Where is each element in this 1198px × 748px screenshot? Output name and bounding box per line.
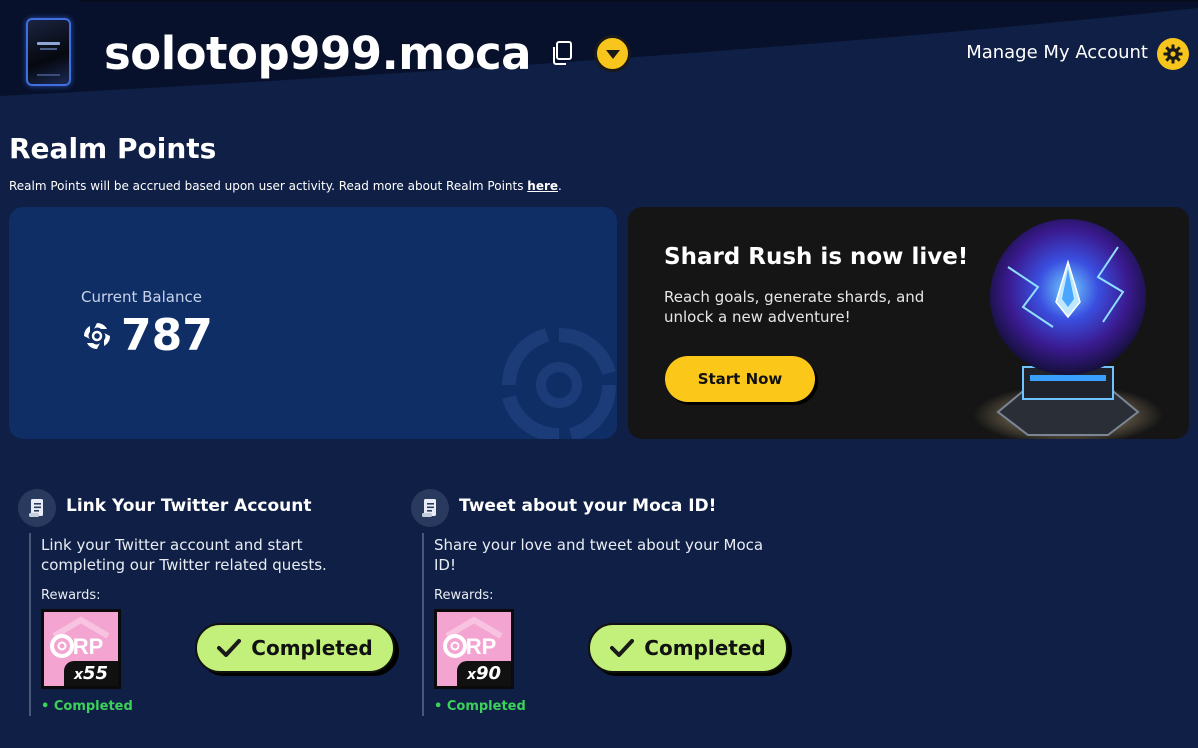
header: solotop999.moca Manage My Account — [0, 0, 1198, 112]
username: solotop999.moca — [104, 27, 532, 80]
svg-text:RP: RP — [73, 634, 104, 659]
page-title: Realm Points — [9, 132, 217, 165]
completed-button[interactable]: Completed — [588, 623, 788, 673]
top-divider — [80, 0, 1198, 2]
promo-title: Shard Rush is now live! — [664, 244, 969, 270]
here-link[interactable]: here — [527, 179, 558, 193]
reward-badge: RP x55 — [41, 609, 121, 689]
chevron-down-icon — [605, 49, 620, 59]
svg-text:RP: RP — [466, 634, 497, 659]
completed-button-label: Completed — [644, 636, 766, 660]
start-now-button[interactable]: Start Now — [665, 356, 815, 402]
account-dropdown-button[interactable] — [594, 35, 631, 72]
quest-divider — [422, 533, 424, 716]
realm-points-icon — [84, 323, 110, 349]
rp-logo-icon: RP — [443, 616, 503, 659]
reward-badge: RP x90 — [434, 609, 514, 689]
quest-description: Link your Twitter account and start comp… — [41, 536, 327, 574]
quest-scroll-icon — [18, 489, 56, 527]
balance-row: 787 — [81, 311, 213, 361]
gear-icon — [1163, 44, 1183, 64]
copy-icon[interactable] — [550, 40, 574, 66]
quest-card: Tweet about your Moca ID! Share your lov… — [411, 489, 801, 729]
promo-text: Reach goals, generate shards, and unlock… — [664, 288, 925, 326]
description-text: Realm Points will be accrued based upon … — [9, 179, 528, 193]
settings-button[interactable] — [1157, 38, 1189, 70]
realm-points-watermark-icon — [502, 328, 616, 439]
balance-value: 787 — [121, 310, 213, 361]
quest-status: • Completed — [41, 699, 133, 714]
description-end: . — [558, 179, 562, 193]
quest-divider — [29, 533, 31, 716]
scroll-icon — [422, 499, 436, 517]
checkmark-icon — [610, 639, 635, 657]
completed-button-label: Completed — [251, 636, 373, 660]
quest-status: • Completed — [434, 699, 526, 714]
shard-rush-promo-card: Shard Rush is now live! Reach goals, gen… — [628, 207, 1189, 439]
scroll-icon — [29, 499, 43, 517]
rewards-label: Rewards: — [41, 588, 101, 603]
quest-card: Link Your Twitter Account Link your Twit… — [18, 489, 408, 729]
avatar[interactable] — [26, 18, 71, 86]
reward-amount: x55 — [64, 661, 118, 686]
balance-label: Current Balance — [81, 288, 202, 306]
crystal-orb-illustration — [973, 219, 1163, 439]
rewards-label: Rewards: — [434, 588, 494, 603]
quest-scroll-icon — [411, 489, 449, 527]
balance-card: Current Balance 787 — [9, 207, 617, 439]
checkmark-icon — [217, 639, 242, 657]
manage-account-link[interactable]: Manage My Account — [966, 40, 1148, 66]
completed-button[interactable]: Completed — [195, 623, 395, 673]
quest-description: Share your love and tweet about your Moc… — [434, 536, 764, 574]
reward-amount: x90 — [457, 661, 511, 686]
rp-logo-icon: RP — [50, 616, 110, 659]
realm-points-description: Realm Points will be accrued based upon … — [9, 179, 562, 193]
quest-title: Link Your Twitter Account — [66, 496, 312, 516]
quest-title: Tweet about your Moca ID! — [459, 496, 717, 516]
